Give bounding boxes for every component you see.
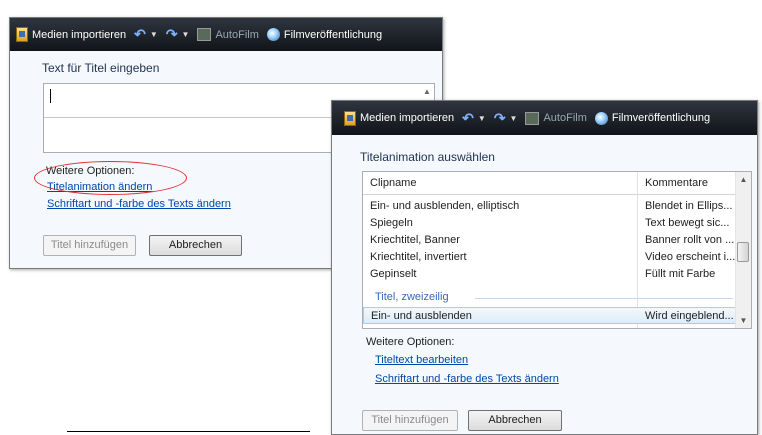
column-header-comments[interactable]: Kommentare bbox=[645, 177, 708, 189]
clip-comment: Wird eingeblend... bbox=[645, 310, 734, 322]
clip-name: Spiegeln bbox=[370, 217, 413, 229]
clip-name: Gepinselt bbox=[370, 268, 417, 280]
redo-dropdown-icon[interactable]: ▼ bbox=[510, 114, 518, 123]
change-font-color-link[interactable]: Schriftart und -farbe des Texts ändern bbox=[47, 198, 231, 210]
redo-icon[interactable]: ↷ bbox=[166, 26, 178, 43]
cancel-button[interactable]: Abbrechen bbox=[468, 410, 562, 431]
list-item[interactable]: Spiegeln Text bewegt sic... bbox=[363, 215, 737, 232]
clip-comment: Füllt mit Farbe bbox=[645, 268, 716, 280]
clip-comment: Blendet in Ellips... bbox=[645, 200, 733, 212]
more-options-label: Weitere Optionen: bbox=[366, 336, 455, 348]
import-media-label: Medien importieren bbox=[32, 28, 127, 41]
text-caret bbox=[50, 89, 51, 103]
import-media-button[interactable]: Medien importieren bbox=[16, 27, 126, 42]
cancel-button[interactable]: Abbrechen bbox=[149, 235, 242, 256]
publish-movie-button[interactable]: Filmveröffentlichung bbox=[594, 111, 711, 125]
add-title-button[interactable]: Titel hinzufügen bbox=[362, 410, 458, 431]
publish-movie-icon bbox=[594, 111, 608, 125]
clip-name: Kriechtitel, invertiert bbox=[370, 251, 467, 263]
scroll-thumb[interactable] bbox=[737, 242, 749, 262]
publish-movie-icon bbox=[266, 28, 280, 41]
clip-name: Ein- und ausblenden bbox=[371, 310, 472, 322]
edit-title-text-link[interactable]: Titeltext bearbeiten bbox=[375, 354, 468, 366]
list-item-selected[interactable]: Ein- und ausblenden Wird eingeblend... bbox=[363, 307, 737, 324]
clip-name: Kriechtitel, Banner bbox=[370, 234, 460, 246]
scroll-up-icon[interactable]: ▲ bbox=[420, 84, 434, 100]
undo-dropdown-icon[interactable]: ▼ bbox=[150, 30, 158, 39]
list-header: Clipname Kommentare bbox=[363, 172, 751, 195]
publish-movie-label: Filmveröffentlichung bbox=[611, 112, 711, 124]
title-animation-heading: Titelanimation auswählen bbox=[360, 150, 495, 164]
autofilm-label: AutoFilm bbox=[543, 112, 587, 124]
undo-dropdown-icon[interactable]: ▼ bbox=[478, 114, 486, 123]
import-media-button[interactable]: Medien importieren bbox=[344, 110, 455, 126]
redo-icon[interactable]: ↷ bbox=[494, 110, 506, 127]
group-header-line bbox=[475, 298, 733, 299]
undo-icon[interactable]: ↶ bbox=[134, 26, 146, 43]
autofilm-label: AutoFilm bbox=[215, 28, 259, 41]
scroll-up-icon[interactable]: ▲ bbox=[736, 172, 751, 187]
import-media-label: Medien importieren bbox=[360, 112, 455, 124]
autofilm-icon bbox=[197, 28, 212, 41]
clip-comment: Text bewegt sic... bbox=[645, 217, 730, 229]
divider-line bbox=[67, 431, 310, 432]
animation-list: Clipname Kommentare Ein- und ausblenden,… bbox=[362, 171, 752, 329]
list-item[interactable]: Ein- und ausblenden, elliptisch Blendet … bbox=[363, 198, 737, 215]
list-item[interactable]: Gepinselt Füllt mit Farbe bbox=[363, 266, 737, 283]
clip-comment: Banner rollt von ... bbox=[645, 234, 735, 246]
redo-dropdown-icon[interactable]: ▼ bbox=[182, 30, 190, 39]
list-item[interactable]: Kriechtitel, Banner Banner rollt von ... bbox=[363, 232, 737, 249]
clip-comment: Video erscheint i... bbox=[645, 251, 736, 263]
clip-name: Ein- und ausblenden, elliptisch bbox=[370, 200, 520, 212]
toolbar: Medien importieren ↶ ▼ ↷ ▼ AutoFilm Film… bbox=[10, 18, 442, 51]
autofilm-button[interactable]: AutoFilm bbox=[197, 28, 259, 41]
autofilm-icon bbox=[525, 111, 540, 125]
undo-icon[interactable]: ↶ bbox=[462, 110, 474, 127]
toolbar: Medien importieren ↶ ▼ ↷ ▼ AutoFilm Film… bbox=[332, 101, 757, 135]
import-media-icon bbox=[16, 27, 28, 42]
column-header-clipname[interactable]: Clipname bbox=[370, 177, 416, 189]
highlight-oval bbox=[34, 161, 187, 195]
publish-movie-button[interactable]: Filmveröffentlichung bbox=[266, 28, 383, 41]
list-scrollbar[interactable]: ▲ ▼ bbox=[735, 172, 751, 328]
publish-movie-label: Filmveröffentlichung bbox=[283, 28, 383, 41]
title-animation-window: Medien importieren ↶ ▼ ↷ ▼ AutoFilm Film… bbox=[331, 100, 758, 435]
autofilm-button[interactable]: AutoFilm bbox=[525, 111, 587, 125]
import-media-icon bbox=[344, 110, 356, 126]
group-header-two-line-titles: Titel, zweizeilig bbox=[375, 291, 449, 303]
add-title-button[interactable]: Titel hinzufügen bbox=[43, 235, 136, 256]
title-text-heading: Text für Titel eingeben bbox=[42, 61, 160, 75]
scroll-down-icon[interactable]: ▼ bbox=[736, 313, 751, 328]
list-item[interactable]: Kriechtitel, invertiert Video erscheint … bbox=[363, 249, 737, 266]
change-font-color-link[interactable]: Schriftart und -farbe des Texts ändern bbox=[375, 373, 559, 385]
